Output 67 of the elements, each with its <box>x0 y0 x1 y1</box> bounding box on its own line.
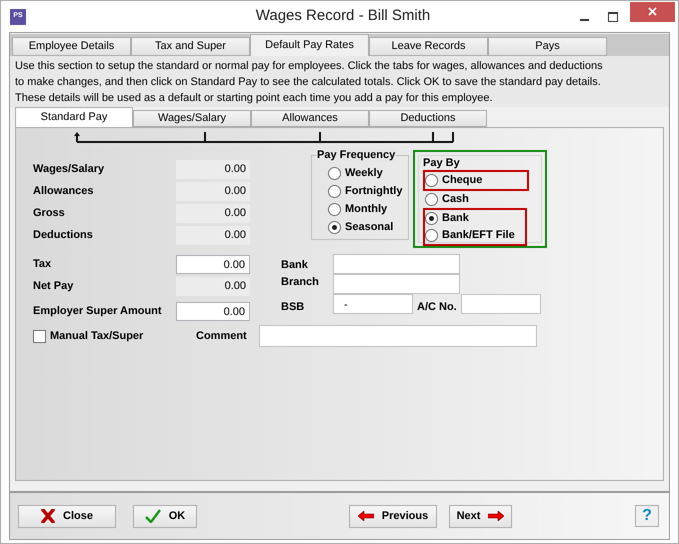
tab[interactable]: Deductions <box>369 110 487 127</box>
amount-field[interactable]: 0.00 <box>176 255 250 274</box>
left-arrow-icon <box>358 511 374 521</box>
field-label: Wages/Salary <box>33 162 104 178</box>
ok-button[interactable]: OK <box>133 504 197 528</box>
amount-field: 0.00 <box>176 204 250 223</box>
right-arrow-icon <box>488 511 504 521</box>
amount-field[interactable]: 0.00 <box>176 302 250 321</box>
radio-label: Fortnightly <box>345 184 402 200</box>
field-label: Employer Super Amount <box>33 304 162 320</box>
field-label: Branch <box>281 275 320 290</box>
checkbox-label: Manual Tax/Super <box>50 328 144 344</box>
amount-field: 0.00 <box>176 182 250 201</box>
radio-label: Bank <box>442 211 469 226</box>
radio-button[interactable] <box>328 185 341 198</box>
account-number-field[interactable] <box>461 294 541 314</box>
tab[interactable]: Wages/Salary <box>133 110 251 127</box>
field-label: Gross <box>33 206 65 222</box>
branch-field[interactable] <box>333 274 460 294</box>
tab[interactable]: Employee Details <box>12 37 131 56</box>
field-label: Allowances <box>33 184 94 200</box>
checkbox[interactable] <box>33 330 46 342</box>
bsb-field[interactable]: - <box>333 294 413 314</box>
tab[interactable]: Default Pay Rates <box>250 34 369 56</box>
previous-button[interactable]: Previous <box>349 504 437 528</box>
close-window-button[interactable] <box>630 2 675 22</box>
radio-label: Weekly <box>345 166 383 182</box>
check-icon <box>144 509 161 523</box>
window-title: Wages Record - Bill Smith <box>254 6 432 26</box>
radio-button[interactable] <box>328 203 341 216</box>
tab[interactable]: Standard Pay <box>15 107 133 127</box>
field-label: BSB <box>281 300 306 314</box>
radio-label: Bank/EFT File <box>442 228 515 244</box>
amount-field: 0.00 <box>176 160 250 179</box>
next-button[interactable]: Next <box>449 504 512 528</box>
field-label: Deductions <box>33 228 93 244</box>
maximize-icon[interactable] <box>608 12 618 22</box>
amount-field: 0.00 <box>176 226 250 245</box>
radio-button[interactable] <box>425 212 438 225</box>
radio-button[interactable] <box>425 193 438 206</box>
radio-button[interactable] <box>425 174 438 187</box>
comment-field[interactable] <box>259 325 537 347</box>
radio-label: Monthly <box>345 202 388 218</box>
amount-field: 0.00 <box>176 277 250 296</box>
intro-text: These details will be used as a default or starting point each time you add a pay for this employee. <box>15 91 494 106</box>
field-label: Comment <box>196 328 248 344</box>
field-label: Bank <box>281 258 309 273</box>
radio-button[interactable] <box>328 167 341 180</box>
intro-text: Use this section to setup the standard or normal pay for employees. Click the tabs for wages, allowances and deductions to make changes, and then click on Standard Pay to see the calculated totals. Click OK to save the standard pay details. <box>15 59 604 90</box>
group-title: Pay Frequency <box>316 149 396 162</box>
field-label: Net Pay <box>33 279 74 294</box>
field-label: A/C No. <box>416 300 458 314</box>
field-label: Tax <box>33 257 52 272</box>
close-button[interactable]: Close <box>18 504 116 528</box>
radio-button[interactable] <box>425 229 438 242</box>
tab[interactable]: Tax and Super <box>131 37 250 56</box>
bank-field[interactable] <box>333 254 460 274</box>
radio-label: Seasonal <box>345 220 394 236</box>
radio-label: Cheque <box>442 173 482 188</box>
radio-label: Cash <box>442 192 469 208</box>
tab[interactable]: Leave Records <box>369 37 488 56</box>
group-title: Pay By <box>423 157 461 170</box>
x-icon <box>41 509 56 523</box>
close-icon <box>648 7 657 16</box>
tab[interactable]: Pays <box>488 37 607 56</box>
radio-button[interactable] <box>328 221 341 234</box>
tab[interactable]: Allowances <box>251 110 369 127</box>
